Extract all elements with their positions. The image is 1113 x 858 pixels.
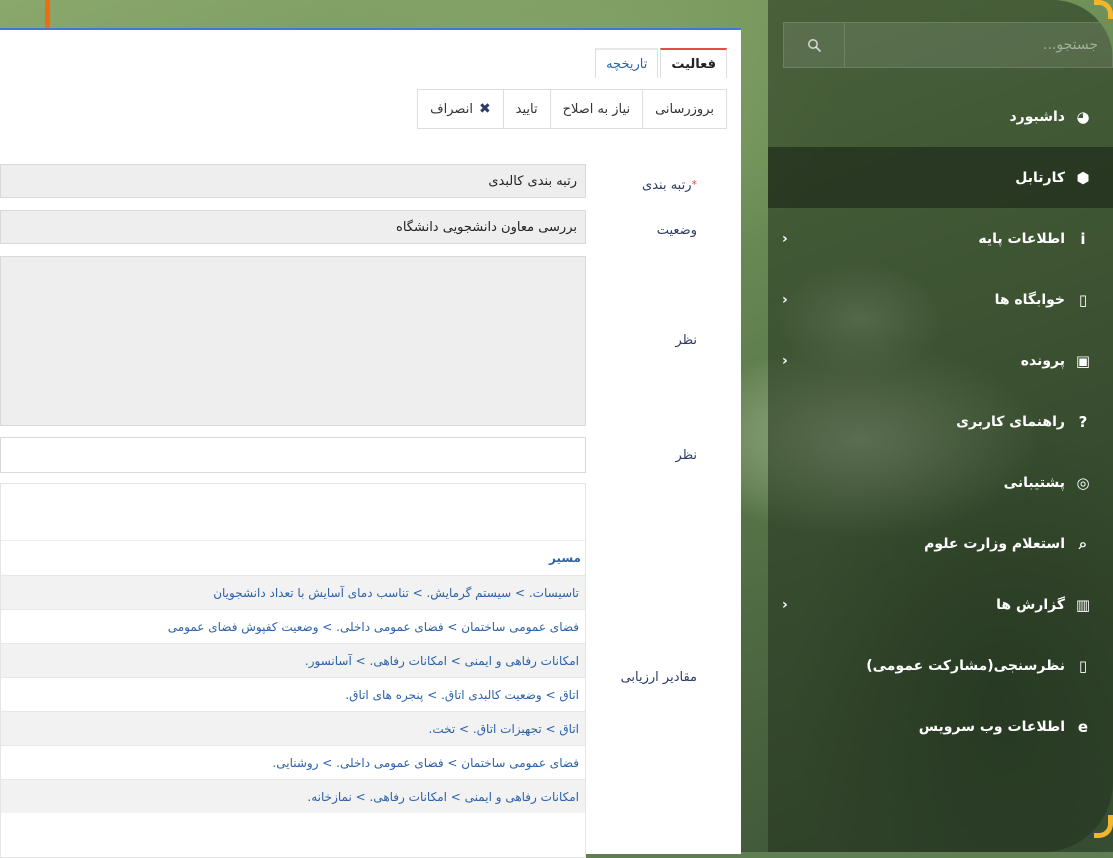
search-button[interactable] [784,23,845,67]
ranking-value: رتبه بندی کالبدی [488,173,577,189]
comment-label: نظر [675,333,697,348]
cancel-button[interactable]: ✖ انصراف [418,90,503,128]
sidebar-item-label: گزارش ها [996,596,1065,613]
status-label: وضعیت [656,223,697,238]
ranking-label: *رتبه بندی [642,178,697,193]
chevron-left-icon: ‹ [782,596,788,613]
tab-bar: فعالیت تاریخچه [593,48,727,78]
sidebar-item-label: اطلاعات وب سرویس [918,718,1065,735]
update-button-label: بروزرسانی [655,101,714,117]
status-value: بررسی معاون دانشجویی دانشگاه [396,219,577,235]
table-row[interactable]: امکانات رفاهی و ایمنی > امکانات رفاهی. >… [1,643,585,677]
sidebar-item-0[interactable]: ◕ داشبورد [768,86,1113,147]
approve-button-label: تایید [515,101,538,117]
table-row[interactable]: تاسیسات. > سیستم گرمایش. > تناسب دمای آس… [1,575,585,609]
sidebar-item-label: اطلاعات پایه [978,230,1065,247]
sidebar-item-6[interactable]: ◎ پشتیبانی [768,452,1113,513]
search-icon: ⌕ [1078,534,1088,553]
sidebar-item-9[interactable]: ▯ نظرسنجی(مشارکت عمومی) [768,635,1113,696]
column-header-path[interactable]: مسیر [1,541,585,575]
evaluation-grid: مسیر تاسیسات. > سیستم گرمایش. > تناسب دم… [0,483,586,858]
status-field[interactable]: بررسی معاون دانشجویی دانشگاه [0,210,586,244]
sidebar-item-label: استعلام وزارت علوم [924,535,1065,552]
box-icon: ⬢ [1076,168,1090,187]
ranking-field[interactable]: رتبه بندی کالبدی [0,164,586,198]
approve-button[interactable]: تایید [502,90,550,128]
main-panel: فعالیت تاریخچه بروزرسانی نیاز به اصلاح ت… [0,28,741,858]
close-icon: ✖ [478,101,491,117]
search-input[interactable] [845,22,1112,68]
sidebar-item-label: پشتیبانی [1003,474,1065,491]
sidebar-nav: ◕ داشبورد ⬢ کارتابل i اطلاعات پایه ‹ ▯ خوابگاه ه… [768,86,1113,757]
sidebar-item-label: کارتابل [1015,169,1065,186]
sidebar-item-3[interactable]: ▯ خوابگاه ها ‹ [768,269,1113,330]
table-row[interactable]: فضای عمومی ساختمان > فضای عمومی داخلی. >… [1,745,585,779]
lifebuoy-icon: ◎ [1076,473,1090,492]
info-icon: i [1080,229,1086,248]
table-row[interactable]: اتاق > تجهیزات اتاق. > تخت. [1,711,585,745]
needs-fix-button-label: نیاز به اصلاح [562,101,631,117]
sidebar-item-label: پرونده [1020,352,1065,369]
comment-input-label: نظر [675,448,697,463]
search-icon [808,39,821,52]
action-toolbar: بروزرسانی نیاز به اصلاح تایید ✖ انصراف [417,89,727,129]
evaluation-label: مقادیر ارزیابی [620,670,697,685]
sidebar-item-2[interactable]: i اطلاعات پایه ‹ [768,208,1113,269]
dormitory-icon: ▯ [1078,290,1088,309]
help-icon: ? [1078,412,1088,431]
table-row[interactable]: اتاق > وضعیت کالبدی اتاق. > پنجره های ات… [1,677,585,711]
sidebar-item-1[interactable]: ⬢ کارتابل [768,147,1113,208]
sidebar-item-label: راهنمای کاربری [956,413,1065,430]
needs-fix-button[interactable]: نیاز به اصلاح [549,90,643,128]
ranking-label-text: رتبه بندی [642,178,692,193]
tab-history[interactable]: تاریخچه [595,48,659,78]
chevron-left-icon: ‹ [782,291,788,308]
sidebar-item-10[interactable]: e اطلاعات وب سرویس [768,696,1113,757]
bar-chart-icon: ▥ [1075,595,1091,614]
sidebar-item-8[interactable]: ▥ گزارش ها ‹ [768,574,1113,635]
sidebar-item-4[interactable]: ▣ پرونده ‹ [768,330,1113,391]
sidebar-item-label: نظرسنجی(مشارکت عمومی) [866,657,1065,674]
browser-icon: e [1077,717,1089,736]
sidebar-item-5[interactable]: ? راهنمای کاربری [768,391,1113,452]
cancel-button-label: انصراف [430,101,473,117]
table-row[interactable]: امکانات رفاهی و ایمنی > امکانات رفاهی. >… [1,779,585,813]
sidebar: ◕ داشبورد ⬢ کارتابل i اطلاعات پایه ‹ ▯ خوابگاه ه… [768,0,1113,852]
search-box [783,22,1113,68]
comment-input[interactable] [0,437,586,473]
evaluation-grid-header [1,484,585,541]
file-icon: ▣ [1075,351,1091,370]
chevron-left-icon: ‹ [782,352,788,369]
dashboard-icon: ◕ [1076,107,1090,126]
sidebar-item-label: خوابگاه ها [994,291,1065,308]
update-button[interactable]: بروزرسانی [642,90,726,128]
sidebar-item-label: داشبورد [1009,108,1066,125]
table-row[interactable]: فضای عمومی ساختمان > فضای عمومی داخلی. >… [1,609,585,643]
required-marker: * [691,178,698,191]
tab-activity[interactable]: فعالیت [660,48,727,78]
comment-textarea[interactable] [0,256,586,426]
survey-icon: ▯ [1078,656,1088,675]
chevron-left-icon: ‹ [782,230,788,247]
sidebar-item-7[interactable]: ⌕ استعلام وزارت علوم [768,513,1113,574]
